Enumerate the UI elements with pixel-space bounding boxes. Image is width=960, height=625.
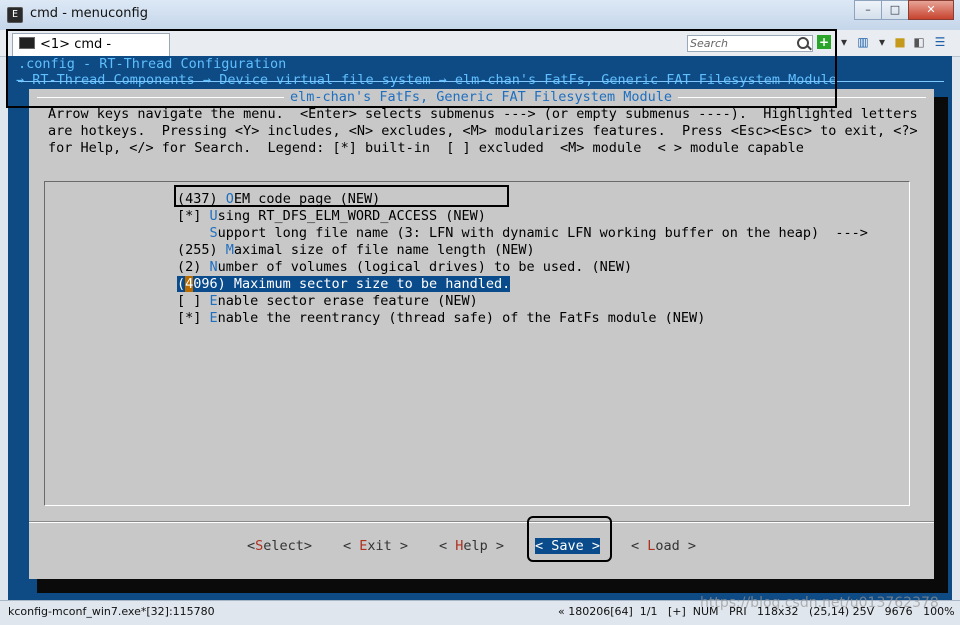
item-hotkey: N — [209, 259, 218, 275]
btn-prefix: < — [631, 538, 648, 554]
console-app-icon: E — [7, 7, 23, 23]
menu-icon[interactable]: ☰ — [933, 35, 947, 49]
dialog-shadow — [934, 97, 948, 587]
load-button[interactable]: < Load > — [631, 538, 696, 554]
btn-prefix: < — [247, 538, 256, 554]
item-hotkey: E — [209, 310, 218, 326]
item-prefix: (255) — [177, 242, 226, 258]
menu-item-number-of-volumes[interactable]: (2) Number of volumes (logical drives) t… — [177, 259, 632, 275]
header-underline — [18, 81, 944, 82]
split-icon[interactable]: ◧ — [912, 35, 926, 49]
item-hotkey: E — [209, 293, 218, 309]
minimize-button[interactable]: – — [854, 0, 882, 20]
item-prefix — [177, 225, 210, 241]
chevron-down-icon[interactable]: ▾ — [875, 35, 889, 49]
item-prefix: [*] — [177, 310, 210, 326]
breadcrumb: → RT-Thread Components → Device virtual … — [16, 72, 837, 88]
window-title: cmd - menuconfig — [30, 6, 148, 21]
item-hotkey: U — [209, 208, 218, 224]
btn-label: elp > — [463, 538, 505, 554]
maximize-button[interactable]: □ — [881, 0, 909, 20]
help-button[interactable]: < Help > — [439, 538, 504, 554]
dialog-shadow — [37, 579, 948, 593]
item-label: nable the reentrancy (thread safe) of th… — [217, 310, 706, 326]
tab-cmd-menuconf[interactable]: <1> cmd - menuconf — [12, 33, 170, 74]
lock-icon[interactable]: ■ — [893, 35, 907, 49]
menu-item-max-sector-size[interactable]: (4096) Maximum sector size to be handled… — [177, 276, 511, 292]
menu-item-word-access[interactable]: [*] Using RT_DFS_ELM_WORD_ACCESS (NEW) — [177, 208, 486, 224]
item-prefix: (2) — [177, 259, 210, 275]
item-label: aximal size of file name length (NEW) — [233, 242, 535, 258]
item-prefix: ( — [177, 276, 186, 292]
search-placeholder: Search — [690, 37, 729, 50]
search-icon[interactable] — [797, 37, 809, 49]
new-console-icon[interactable]: + — [817, 35, 831, 49]
search-input[interactable]: Search — [687, 35, 813, 52]
item-prefix: [*] — [177, 208, 210, 224]
btn-label: xit > — [367, 538, 409, 554]
menu-item-reentrancy[interactable]: [*] Enable the reentrancy (thread safe) … — [177, 310, 705, 326]
chevron-down-icon[interactable]: ▾ — [837, 35, 851, 49]
item-label: 096) Maximum sector size to be handled. — [193, 276, 511, 292]
exit-button[interactable]: < Exit > — [343, 538, 408, 554]
close-button[interactable]: ✕ — [908, 0, 954, 20]
title-bar: E cmd - menuconfig – □ ✕ — [0, 0, 960, 30]
panel-icon[interactable]: ▥ — [856, 35, 870, 49]
console-tab-icon — [19, 37, 35, 49]
item-hotkey: S — [209, 225, 218, 241]
select-button[interactable]: <Select> — [247, 538, 312, 554]
window-controls: – □ ✕ — [854, 0, 954, 20]
help-line: Arrow keys navigate the menu. <Enter> se… — [48, 106, 918, 122]
config-title: .config - RT-Thread Configuration — [18, 56, 287, 72]
item-label: sing RT_DFS_ELM_WORD_ACCESS (NEW) — [217, 208, 486, 224]
watermark: https://blog.csdn.net/u013762378 — [700, 595, 939, 611]
button-separator — [29, 522, 934, 523]
item-hotkey: M — [225, 242, 234, 258]
btn-label: elect> — [263, 538, 313, 554]
selection-outline — [174, 185, 509, 207]
menu-item-sector-erase[interactable]: [ ] Enable sector erase feature (NEW) — [177, 293, 478, 309]
btn-label: oad > — [655, 538, 697, 554]
help-text: Arrow keys navigate the menu. <Enter> se… — [48, 106, 918, 157]
item-prefix: [ ] — [177, 293, 210, 309]
menu-item-long-file-name[interactable]: Support long file name (3: LFN with dyna… — [177, 225, 868, 241]
item-label: umber of volumes (logical drives) to be … — [217, 259, 633, 275]
item-label: nable sector erase feature (NEW) — [217, 293, 478, 309]
console-area[interactable]: .config - RT-Thread Configuration → RT-T… — [8, 56, 952, 600]
menu-item-max-file-name[interactable]: (255) Maximal size of file name length (… — [177, 242, 535, 258]
dialog-title: elm-chan's FatFs, Generic FAT Filesystem… — [284, 89, 679, 105]
save-outline — [527, 516, 612, 562]
tab-bar: <1> cmd - menuconf — [0, 30, 960, 74]
help-line: for Help, </> for Search. Legend: [*] bu… — [48, 140, 804, 156]
item-label: upport long file name (3: LFN with dynam… — [217, 225, 868, 241]
menuconfig-dialog: elm-chan's FatFs, Generic FAT Filesystem… — [29, 89, 934, 579]
status-process: kconfig-mconf_win7.exe*[32]:115780 — [8, 605, 215, 618]
btn-prefix: < — [439, 538, 456, 554]
btn-prefix: < — [343, 538, 360, 554]
help-line: are hotkeys. Pressing <Y> includes, <N> … — [48, 123, 918, 139]
